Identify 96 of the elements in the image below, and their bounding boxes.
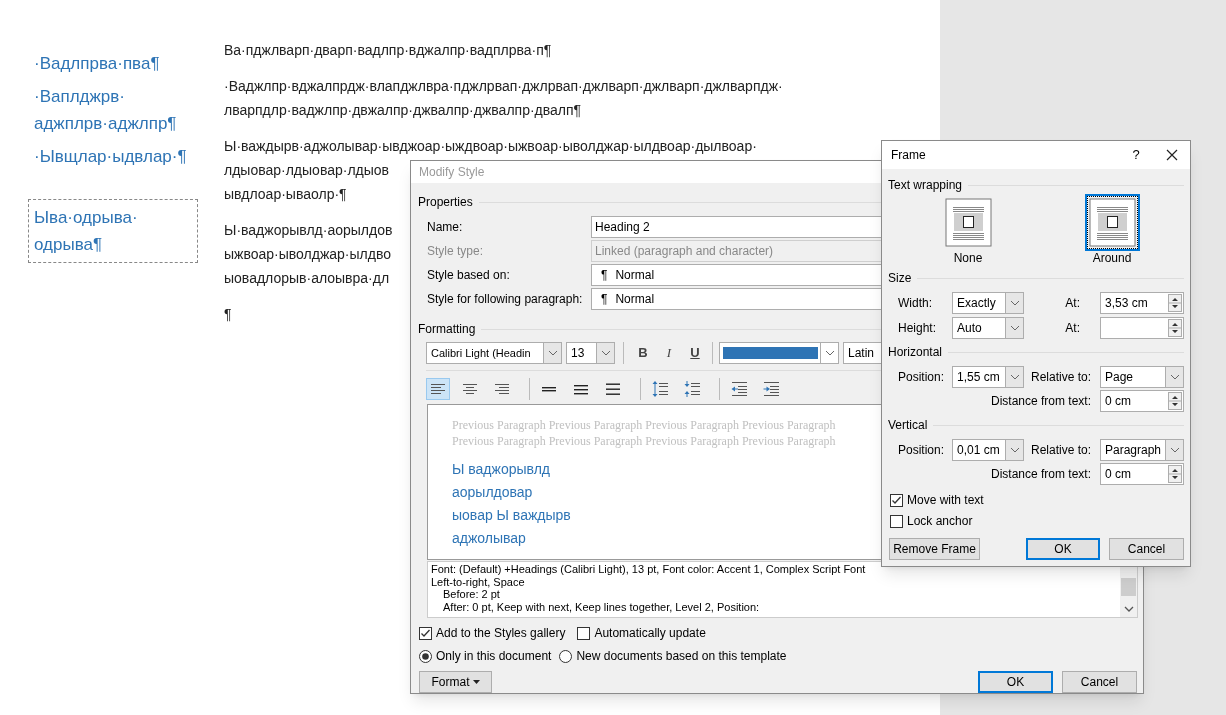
checkbox[interactable]: Lock anchor — [890, 512, 1184, 530]
cancel-button[interactable]: Cancel — [1109, 538, 1184, 560]
text-wrap-icon — [944, 198, 992, 247]
format-toggle-button[interactable]: U — [684, 342, 706, 364]
field-label: Style based on: — [427, 267, 511, 284]
preview-text: Previous Paragraph Previous Paragraph Previous Paragraph Previous Paragraph — [452, 433, 836, 449]
description-text: Font: (Default) +Headings (Calibri Light), 13 pt, Font color: Accent 1, Complex Script Font — [431, 563, 867, 576]
format-toggle-button[interactable]: B — [632, 342, 654, 364]
close-icon — [1166, 149, 1178, 161]
description-text: Left-to-right, Space — [431, 575, 526, 588]
font-dropdown[interactable]: Calibri Light (Headin — [426, 342, 562, 364]
spacing-arrows-icon — [683, 380, 701, 398]
field-label: Relative to: — [1030, 369, 1091, 386]
measurement-field[interactable]: 3,53 cm — [1100, 292, 1184, 314]
heading-line: ·Вадлпрва·пва¶ — [34, 53, 160, 75]
field-label: Style type: — [427, 243, 485, 260]
text-line: Ы·ваджорывлд·аорылдов — [224, 221, 393, 240]
text-line: Ы·важдырв·аджолывар·ывджоар·ыждвоар·ыжвоар·ыволджар·ылдвоар·дылвоар· — [224, 137, 757, 156]
description-text: After: 0 pt, Keep with next, Keep lines together, Level 2, Position: — [442, 600, 761, 613]
spin-arrows-icon — [1168, 294, 1182, 312]
checkbox[interactable]: Add to the Styles gallery — [419, 624, 566, 642]
format-toggle-button[interactable]: I — [658, 342, 680, 364]
size-rule-dropdown[interactable]: Auto — [952, 317, 1024, 339]
ok-button[interactable]: OK — [1026, 538, 1100, 560]
outdent-icon — [730, 380, 748, 398]
field-label: Height: — [898, 320, 938, 337]
single-spacing-icon — [542, 386, 556, 392]
preview-text: Previous Paragraph Previous Paragraph Previous Paragraph Previous Paragraph — [452, 417, 836, 433]
group-label: Vertical — [888, 417, 928, 434]
format-button[interactable]: Format — [419, 671, 492, 693]
text-line: Ва·пджлварп·дварп·вадлпр·вджалпр·вадплрва·п¶ — [224, 41, 552, 60]
text-line: ¶ — [224, 305, 232, 324]
field-label: Distance from text: — [990, 393, 1091, 410]
remove-frame-button[interactable]: Remove Frame — [889, 538, 980, 560]
text-line: ыовадлорыв·алоывра·дл — [224, 269, 390, 288]
sample-text: ыовар Ы важдырв — [452, 506, 571, 525]
radio-icon[interactable] — [559, 649, 573, 663]
dialog-title: Frame — [891, 147, 926, 164]
indent-icon — [762, 380, 780, 398]
scroll-down-icon — [1123, 605, 1134, 613]
caret-icon — [472, 680, 480, 684]
text-line: ывдлоар·ываолр·¶ — [224, 185, 347, 204]
ok-button[interactable]: OK — [978, 671, 1053, 693]
paragraph-mark-icon: ¶ — [595, 290, 608, 308]
distance-field[interactable]: 0 cm — [1100, 390, 1184, 412]
measurement-field[interactable] — [1100, 317, 1184, 339]
spin-arrows-icon — [1168, 392, 1182, 410]
cancel-button[interactable]: Cancel — [1062, 671, 1137, 693]
radio-icon[interactable] — [419, 649, 432, 663]
field-label: At: — [1065, 320, 1080, 337]
spin-arrows-icon — [1168, 465, 1182, 483]
heading-line: аджплрв·аджлпр¶ — [34, 113, 177, 135]
heading-line: ·Ывщлар·ыдвлар·¶ — [34, 146, 187, 168]
relative-to-dropdown[interactable]: Page — [1100, 366, 1184, 388]
field-label: Name: — [427, 219, 464, 236]
field-label: Position: — [898, 369, 946, 386]
group-label: Horizontal — [888, 344, 943, 361]
group-label: Properties — [418, 194, 473, 211]
sample-text: аорылдовар — [452, 483, 533, 502]
spin-arrows-icon — [1168, 319, 1182, 337]
spacing-arrows-icon — [651, 380, 669, 398]
size-rule-dropdown[interactable]: Exactly — [952, 292, 1024, 314]
position-dropdown[interactable]: 0,01 cm — [952, 439, 1024, 461]
text-line: ыжвоар·ыволджар·ылдво — [224, 245, 391, 264]
radio-button[interactable]: Only in this document — [419, 647, 552, 665]
description-text: Before: 2 pt — [442, 588, 501, 601]
checkbox[interactable]: Automatically update — [577, 624, 706, 642]
heading-line: Ыва·одрыва· — [34, 207, 138, 229]
group-label: Size — [888, 270, 912, 287]
heading-line: ·Ваплджрв· — [34, 86, 126, 108]
text-line: ·Ваджлпр·вджалпрдж·влапджлвра·пджлрвап·джлрвап·джлварп·джлварп·джлварпдж· — [224, 77, 783, 96]
radio-button[interactable]: New documents based on this template — [559, 647, 787, 665]
font-size-dropdown[interactable]: 13 — [566, 342, 615, 364]
group-label: Formatting — [418, 321, 476, 338]
sample-text: аджолывар — [452, 529, 526, 548]
checkbox-icon[interactable] — [890, 493, 903, 507]
field-label: Position: — [898, 442, 946, 459]
text-wrap-icon — [1088, 198, 1136, 247]
field-label: Width: — [898, 295, 933, 312]
field-label: Distance from text: — [990, 466, 1091, 483]
field-label: Relative to: — [1030, 442, 1091, 459]
sample-text: Ы ваджорывлд — [452, 460, 550, 479]
distance-field[interactable]: 0 cm — [1100, 463, 1184, 485]
font-color-dropdown[interactable] — [719, 342, 839, 364]
checkbox-icon[interactable] — [890, 514, 903, 528]
checkbox[interactable]: Move with text — [890, 491, 1184, 509]
text-line: лварпдлр·ваджлпр·двжалпр·джвалпр·джвалпр·двалп¶ — [224, 101, 582, 120]
checkbox-icon[interactable] — [577, 626, 591, 640]
field-label: At: — [1065, 295, 1080, 312]
position-dropdown[interactable]: 1,55 cm — [952, 366, 1024, 388]
heading-line: одрыва¶ — [34, 234, 103, 256]
field-label: Style for following paragraph: — [427, 291, 584, 308]
text-line: лдыовар·лдыовар·лдыов — [224, 161, 390, 180]
paragraph-mark-icon: ¶ — [595, 266, 608, 284]
checkbox-icon[interactable] — [419, 626, 432, 640]
relative-to-dropdown[interactable]: Paragraph — [1100, 439, 1184, 461]
